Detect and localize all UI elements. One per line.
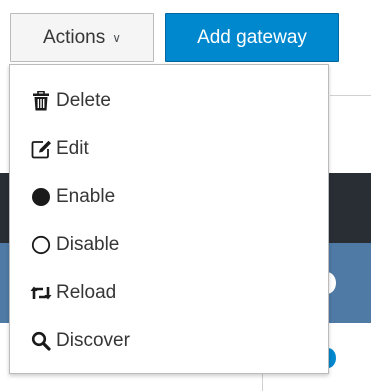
menu-item-disable[interactable]: Disable bbox=[10, 221, 328, 269]
add-gateway-button[interactable]: Add gateway bbox=[165, 13, 339, 62]
menu-item-label: Disable bbox=[56, 234, 120, 255]
search-icon bbox=[30, 330, 52, 352]
trash-icon bbox=[30, 90, 52, 112]
add-gateway-label: Add gateway bbox=[197, 26, 307, 48]
actions-label: Actions bbox=[42, 26, 106, 48]
empty-circle-icon bbox=[30, 234, 52, 256]
menu-item-label: Edit bbox=[56, 138, 89, 159]
chevron-down-icon: ∨ bbox=[112, 30, 122, 45]
menu-item-enable[interactable]: Enable bbox=[10, 173, 328, 221]
divider bbox=[330, 95, 371, 96]
menu-item-reload[interactable]: Reload bbox=[10, 269, 328, 317]
retweet-icon bbox=[30, 282, 52, 304]
menu-item-label: Reload bbox=[56, 282, 117, 303]
divider bbox=[262, 374, 263, 391]
page: Actions ∨ Add gateway Delete Edit Enable… bbox=[0, 0, 371, 391]
menu-item-edit[interactable]: Edit bbox=[10, 125, 328, 173]
edit-icon bbox=[30, 138, 52, 160]
menu-item-discover[interactable]: Discover bbox=[10, 317, 328, 365]
menu-item-label: Discover bbox=[56, 330, 130, 351]
menu-item-label: Delete bbox=[56, 90, 111, 111]
actions-dropdown-menu: Delete Edit Enable Disable Reload Discov… bbox=[9, 64, 329, 374]
filled-circle-icon bbox=[30, 186, 52, 208]
menu-item-delete[interactable]: Delete bbox=[10, 77, 328, 125]
actions-dropdown-button[interactable]: Actions ∨ bbox=[10, 13, 154, 62]
menu-item-label: Enable bbox=[56, 186, 116, 207]
